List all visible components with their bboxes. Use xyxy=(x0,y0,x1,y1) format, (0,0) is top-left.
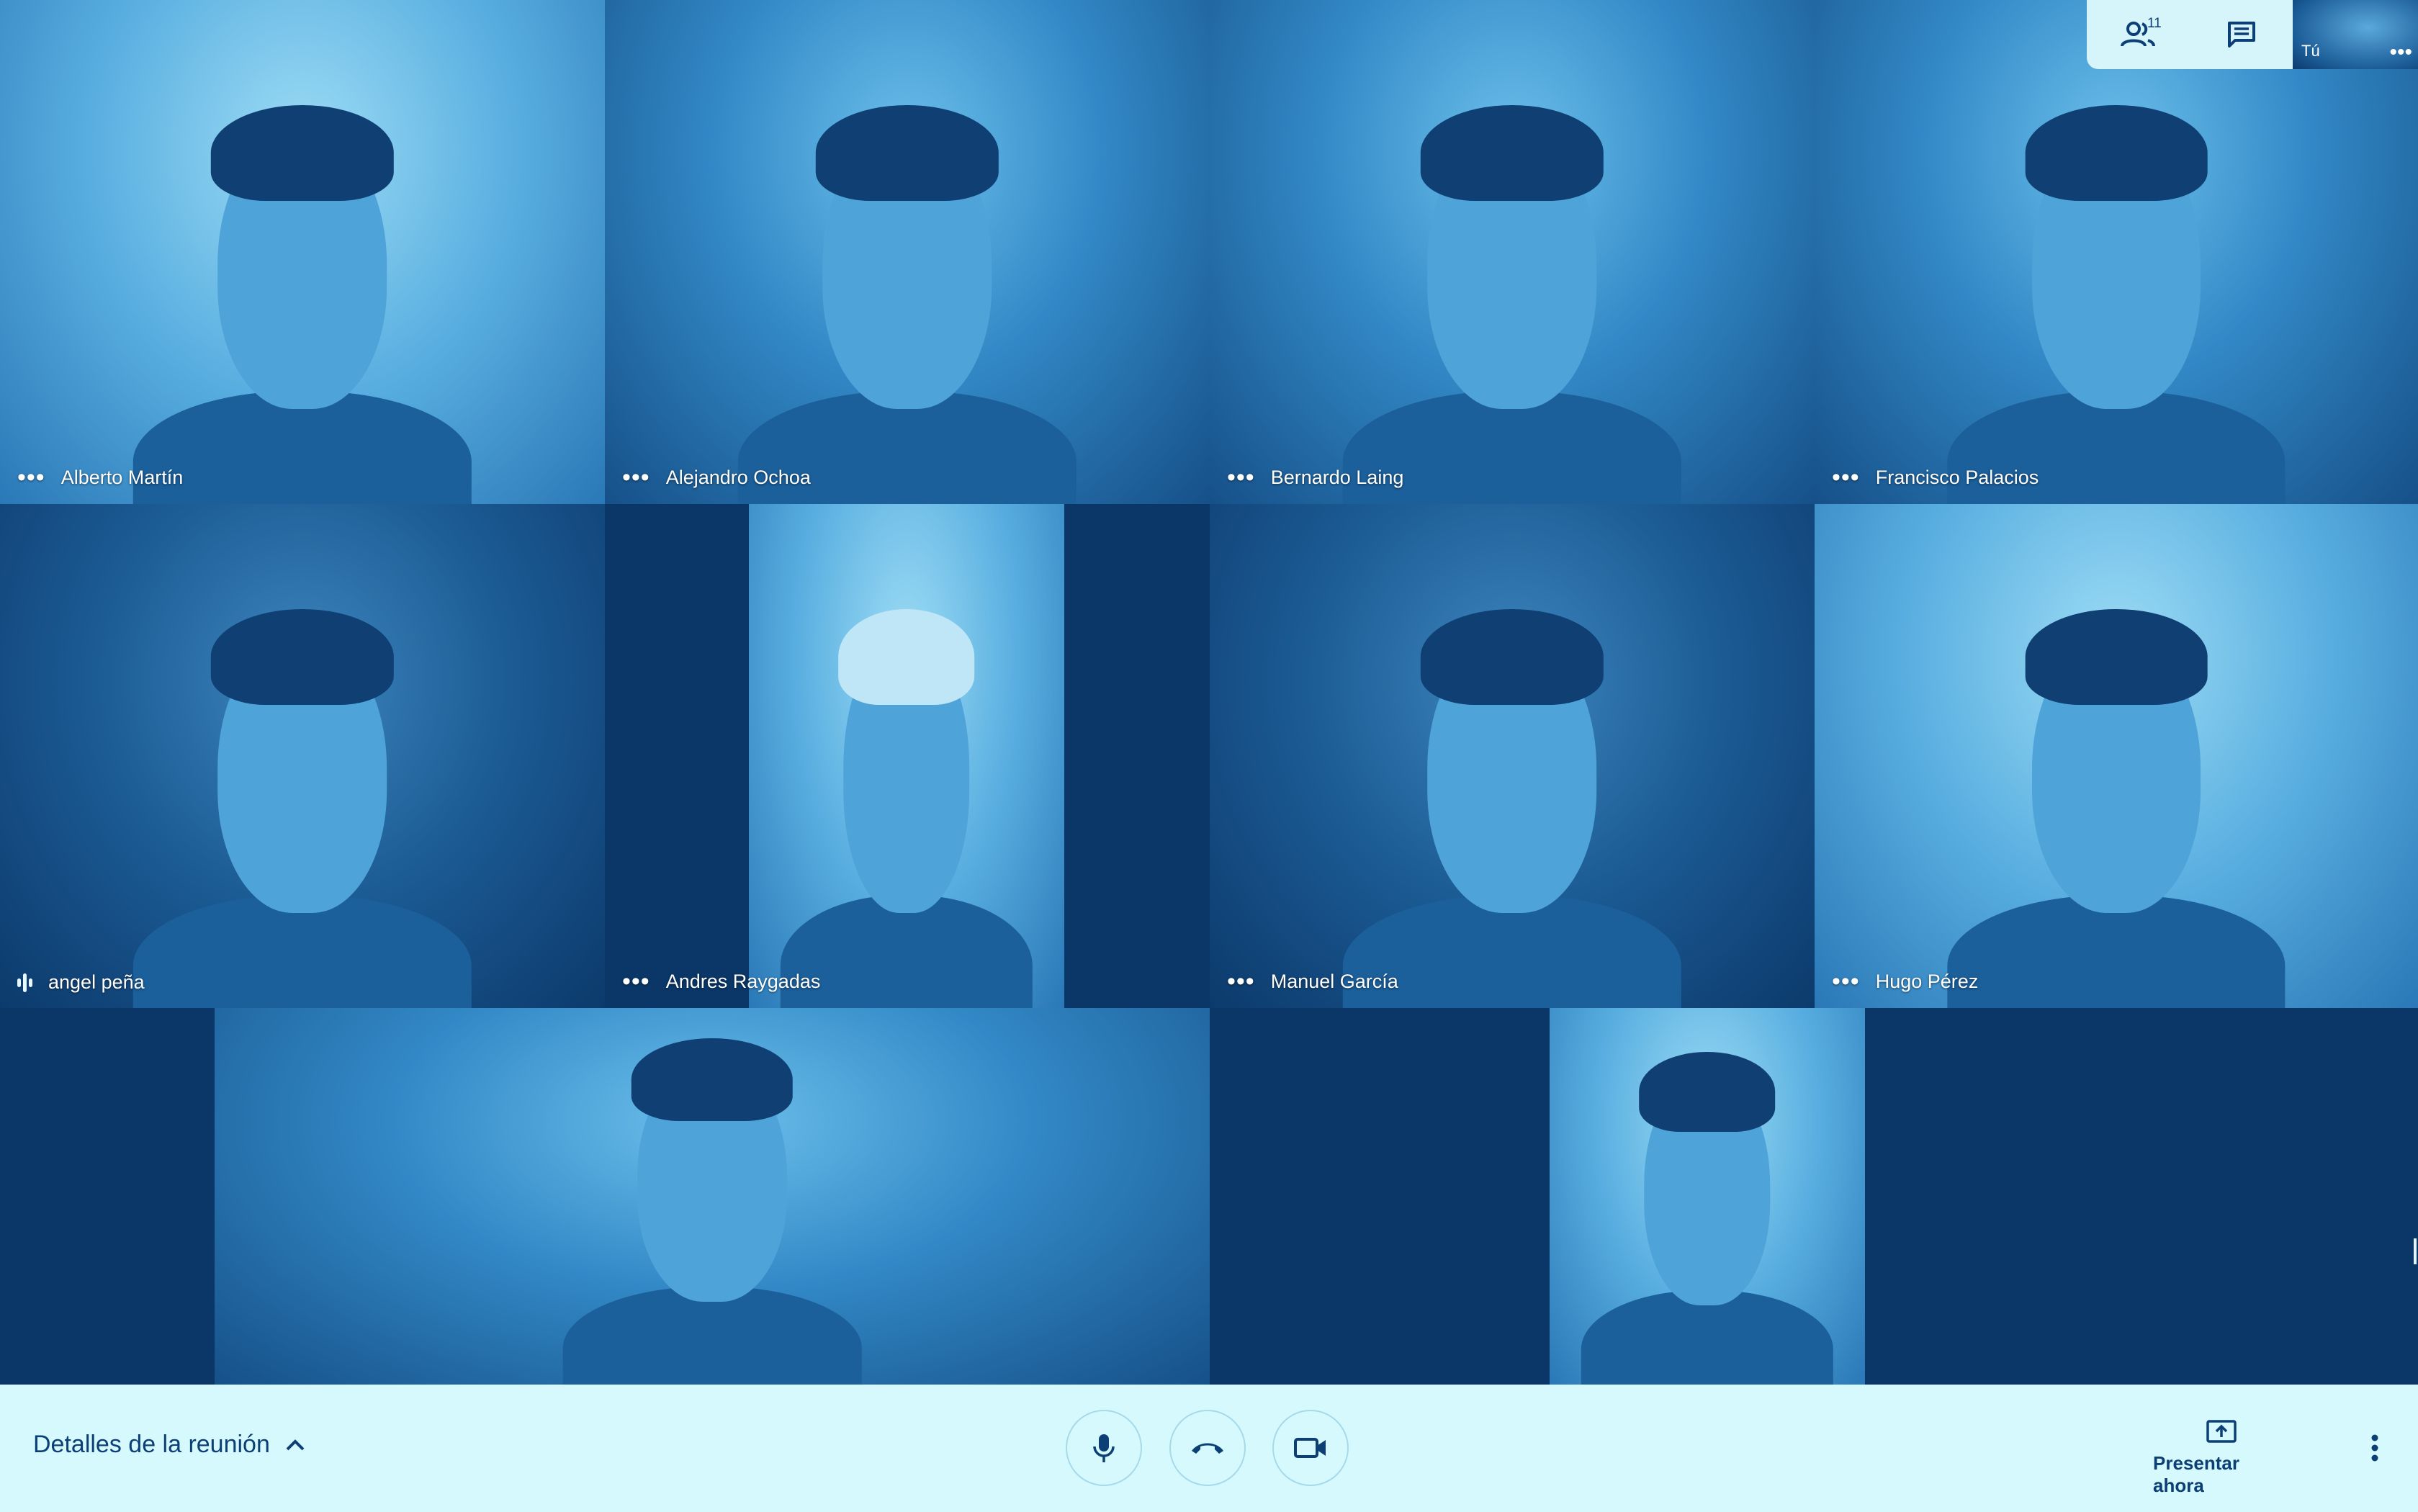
participant-tile[interactable] xyxy=(0,1008,1210,1385)
participant-name: Manuel García xyxy=(1270,970,1398,992)
chat-icon xyxy=(2227,22,2255,48)
more-options-icon[interactable]: ••• xyxy=(622,465,650,490)
participant-video xyxy=(1815,504,2418,1008)
participants-button[interactable]: 11 xyxy=(2087,0,2190,69)
participant-tile[interactable]: ••• Alejandro Ochoa xyxy=(605,0,1210,504)
participant-name: angel peña xyxy=(48,971,145,993)
participant-video xyxy=(215,1008,1210,1385)
participant-tile[interactable]: angel peña xyxy=(0,504,605,1008)
participant-video xyxy=(1210,504,1815,1008)
microphone-button[interactable] xyxy=(1066,1410,1142,1486)
participant-video xyxy=(1815,0,2418,504)
meeting-details-button[interactable]: Detalles de la reunión xyxy=(33,1431,306,1459)
participant-silhouette xyxy=(780,575,1033,1008)
more-options-icon[interactable]: ••• xyxy=(1832,465,1860,490)
more-options-icon[interactable]: ••• xyxy=(1832,969,1860,994)
hang-up-button[interactable] xyxy=(1169,1410,1246,1486)
participant-tile[interactable]: ••• Alberto Martín xyxy=(0,0,605,504)
scroll-indicator xyxy=(2414,1238,2417,1264)
chevron-up-icon xyxy=(286,1439,305,1450)
video-camera-icon xyxy=(1294,1438,1326,1458)
control-bar: Detalles de la reunión Presentar ahora xyxy=(0,1385,2418,1512)
participant-silhouette xyxy=(562,1008,862,1385)
participants-count: 11 xyxy=(2147,16,2162,31)
participant-video xyxy=(1210,0,1815,504)
participant-tile[interactable]: ••• Francisco Palacios xyxy=(1815,0,2418,504)
participant-tile[interactable]: ••• Manuel García xyxy=(1210,504,1815,1008)
participant-name: Alberto Martín xyxy=(60,466,184,488)
self-label: Tú xyxy=(2301,42,2320,60)
more-options-icon[interactable]: ••• xyxy=(622,969,650,994)
participant-silhouette xyxy=(132,71,472,504)
chat-button[interactable] xyxy=(2190,0,2293,69)
more-options-icon[interactable]: ••• xyxy=(17,465,45,490)
participant-name: Alejandro Ochoa xyxy=(665,466,811,488)
participant-tile[interactable] xyxy=(1210,1008,2418,1385)
meeting-details-label: Detalles de la reunión xyxy=(33,1431,270,1458)
more-options-button[interactable] xyxy=(2360,1428,2389,1468)
more-options-icon[interactable]: ••• xyxy=(1227,465,1255,490)
present-now-button[interactable]: Presentar ahora xyxy=(2153,1419,2290,1497)
participant-video xyxy=(0,504,605,1008)
participant-tile[interactable]: ••• Bernardo Laing xyxy=(1210,0,1815,504)
more-vertical-icon xyxy=(2371,1434,2378,1462)
participant-video xyxy=(749,504,1064,1008)
participant-tile[interactable]: ••• Hugo Pérez xyxy=(1815,504,2418,1008)
participant-silhouette xyxy=(1581,1023,1834,1385)
participant-name: Francisco Palacios xyxy=(1875,466,2039,488)
present-now-label: Presentar ahora xyxy=(2153,1452,2239,1496)
microphone-icon xyxy=(1093,1434,1115,1462)
hang-up-icon xyxy=(1192,1443,1223,1454)
participant-silhouette xyxy=(1342,575,1682,1008)
participant-silhouette xyxy=(1947,575,2286,1008)
video-grid: ••• Alberto Martín ••• Alejandro Ochoa •••… xyxy=(0,0,2418,1385)
self-view-tile[interactable]: Tú ••• xyxy=(2293,0,2418,69)
participant-video xyxy=(1550,1008,1865,1385)
participant-silhouette xyxy=(132,575,472,1008)
speaking-indicator-icon xyxy=(17,972,32,994)
top-right-panel: 11 xyxy=(2087,0,2293,69)
camera-button[interactable] xyxy=(1272,1410,1349,1486)
participant-silhouette xyxy=(737,71,1077,504)
participant-name: Hugo Pérez xyxy=(1875,970,1979,992)
participant-name: Bernardo Laing xyxy=(1270,466,1404,488)
more-options-icon[interactable]: ••• xyxy=(1227,969,1255,994)
present-screen-icon xyxy=(2206,1420,2237,1443)
participant-silhouette xyxy=(1342,71,1682,504)
participant-silhouette xyxy=(1947,71,2286,504)
participant-video xyxy=(605,0,1210,504)
more-options-icon[interactable]: ••• xyxy=(2389,42,2412,63)
participant-video xyxy=(0,0,605,504)
participant-name: Andres Raygadas xyxy=(665,970,821,992)
participant-tile[interactable]: ••• Andres Raygadas xyxy=(605,504,1210,1008)
